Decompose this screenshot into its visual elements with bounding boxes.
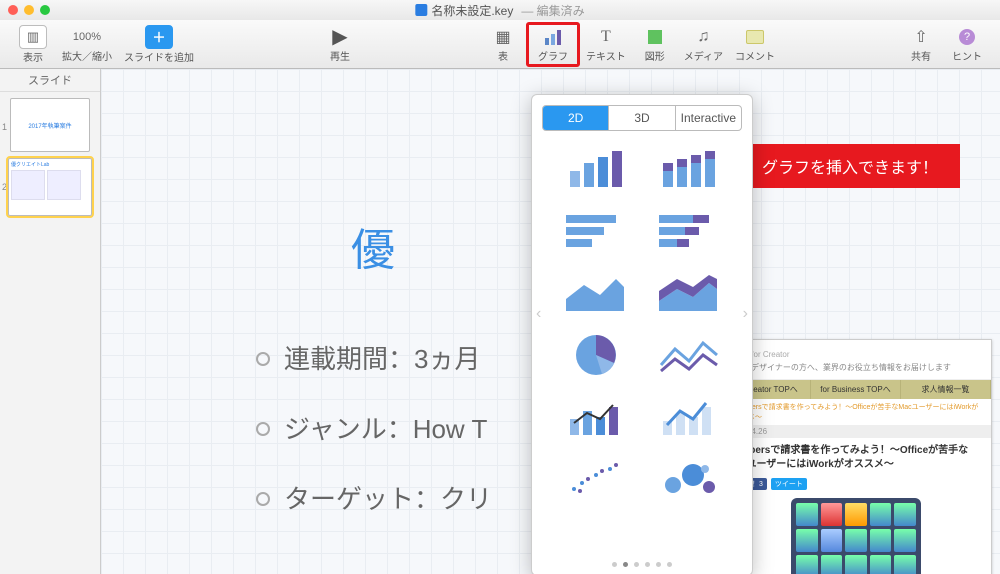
chart-icon [540,26,566,48]
text-icon: T [593,26,619,48]
keynote-file-icon [415,4,427,16]
comment-button[interactable]: コメント [735,26,775,63]
add-slide-button[interactable]: ＋ スライドを追加 [124,25,194,64]
slide-number-1: 1 [2,122,7,132]
embedded-webpage[interactable]: Lab for Creator ター・デザイナーの方へ、業界のお役立ち情報をお届… [720,339,992,574]
slide-canvas[interactable]: 優 Lab 連載期間：3ヵ月 ジャンル：How T ターゲット：クリ http:… [101,69,1000,574]
webcard-breadcrumb: ■ Numbersで請求書を作ってみよう！〜Officeが苦手なMacユーザーに… [721,399,991,425]
next-page-icon[interactable]: › [743,305,748,323]
zoom-value: 100% [73,26,101,48]
bullet-icon [256,352,270,366]
slide-navigator: スライド 1 2017年執筆案件 2 優クリエイトLab [0,69,101,574]
shape-button[interactable]: 図形 [638,26,672,63]
chart-option-line[interactable] [647,331,730,379]
prev-page-icon[interactable]: ‹ [536,305,541,323]
play-button[interactable]: ▶ 再生 [323,26,357,63]
tab-2d[interactable]: 2D [543,106,608,130]
pager-dot[interactable] [656,562,661,567]
pager-dot[interactable] [645,562,650,567]
chart-option-stacked-area[interactable] [647,269,730,317]
chart-option-stacked-column[interactable] [647,145,730,193]
chart-option-two-axis[interactable] [647,393,730,441]
table-button[interactable]: ▦ 表 [486,26,520,63]
chart-button-highlight: グラフ [526,22,580,67]
chart-option-mixed[interactable] [554,393,637,441]
tab-interactive[interactable]: Interactive [675,106,741,130]
pager-dot[interactable] [634,562,639,567]
shape-icon [642,26,668,48]
chart-option-bubble[interactable] [647,455,730,503]
bullet-icon [256,492,270,506]
chart-picker-popover: 2D 3D Interactive ‹ › [531,94,753,574]
chart-option-area[interactable] [554,269,637,317]
slide-thumb-2[interactable]: 優クリエイトLab [8,158,92,216]
slide-title[interactable]: 優 Lab [351,214,395,278]
play-icon: ▶ [327,26,353,48]
webcard-nav: for Creator TOPへ for Business TOPへ 求人情報一… [721,380,991,399]
traffic-lights[interactable] [8,5,50,15]
window-titlebar: 名称未設定.key — 編集済み [0,0,1000,20]
instruction-callout: グラフを挿入できます！ [740,144,960,188]
popover-pager [532,562,752,567]
table-icon: ▦ [490,26,516,48]
webcard-nav-item[interactable]: for Business TOPへ [811,380,901,399]
view-button[interactable]: ▥ 表示 [16,25,50,64]
slide-thumb-1[interactable]: 2017年執筆案件 [10,98,90,152]
zoom-icon[interactable] [40,5,50,15]
media-button[interactable]: ♫ メディア [684,26,723,63]
webcard-nav-item[interactable]: 求人情報一覧 [901,380,991,399]
share-button[interactable]: ⇧ 共有 [904,26,938,63]
pager-dot[interactable] [623,562,628,567]
hint-button[interactable]: ? ヒント [950,26,984,63]
document-title: 名称未設定.key — 編集済み [415,2,584,19]
chart-option-bar[interactable] [554,207,637,255]
toolbar: ▥ 表示 100% 拡大／縮小 ＋ スライドを追加 ▶ 再生 ▦ 表 グラフ [0,20,1000,69]
pager-dot[interactable] [612,562,617,567]
text-button[interactable]: T テキスト [586,26,626,63]
close-icon[interactable] [8,5,18,15]
webcard-article-title: Numbersで請求書を作ってみよう！〜Officeが苦手なMacユーザーにはi… [721,438,991,478]
plus-icon: ＋ [145,25,173,49]
chart-option-scatter[interactable] [554,455,637,503]
chart-option-stacked-bar[interactable] [647,207,730,255]
chart-option-column[interactable] [554,145,637,193]
pager-dot[interactable] [667,562,672,567]
edited-status: — 編集済み [521,2,584,19]
sidebar-header: スライド [0,69,100,92]
share-icon: ⇧ [908,26,934,48]
hint-icon: ? [954,26,980,48]
webcard-date: 2017.04.26 [721,425,991,438]
view-icon: ▥ [19,25,47,49]
chart-type-tabs: 2D 3D Interactive [542,105,742,131]
slide-body-text[interactable]: 連載期間：3ヵ月 ジャンル：How T ターゲット：クリ [256,324,492,535]
tab-3d[interactable]: 3D [608,106,674,130]
media-icon: ♫ [690,26,716,48]
bullet-icon [256,422,270,436]
minimize-icon[interactable] [24,5,34,15]
webcard-image [791,498,921,574]
zoom-select[interactable]: 100% 拡大／縮小 [62,26,112,63]
webcard-tagline: ター・デザイナーの方へ、業界のお役立ち情報をお届けします [727,363,951,372]
slide-number-2: 2 [2,182,7,192]
chart-button[interactable]: グラフ [536,26,570,63]
filename: 名称未設定.key [431,2,513,19]
comment-icon [742,26,768,48]
twitter-share-button[interactable]: ツイート [771,478,807,490]
chart-option-pie[interactable] [554,331,637,379]
